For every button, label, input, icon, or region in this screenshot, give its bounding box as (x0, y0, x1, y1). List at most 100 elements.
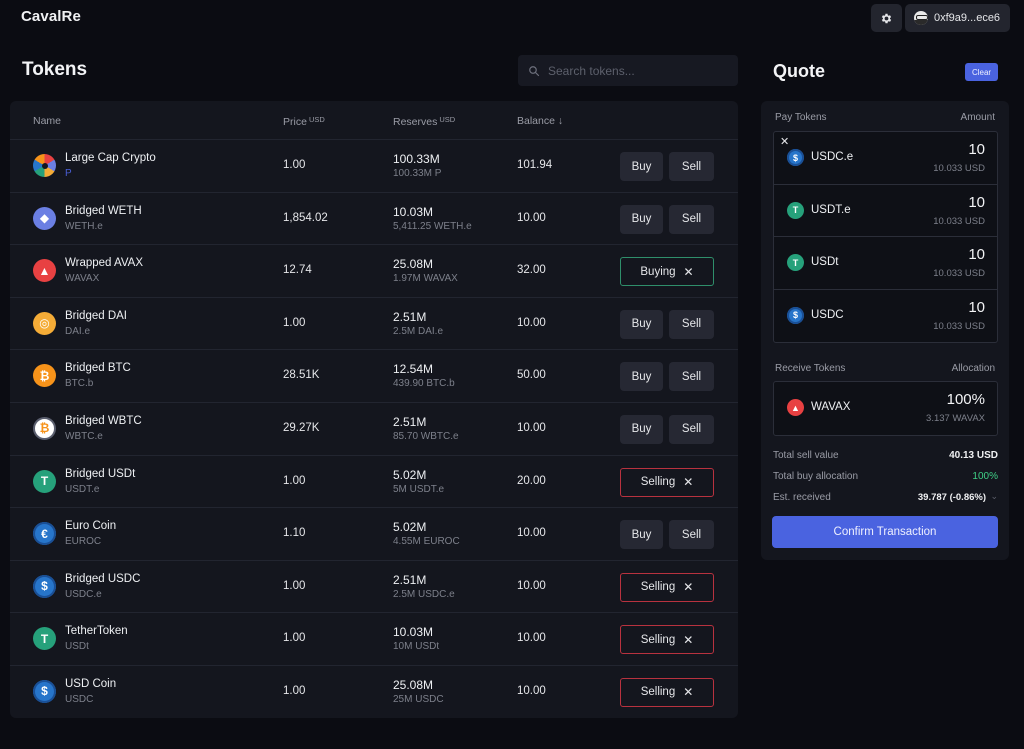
buy-button[interactable]: Buy (620, 152, 663, 181)
pay-token-item[interactable]: ✕ $ USDC.e 10 10.033 USD (774, 132, 997, 185)
token-row[interactable]: ₿ Bridged WBTC WBTC.e 29.27K 2.51M 85.70… (10, 403, 738, 456)
clear-button[interactable]: Clear (965, 63, 998, 81)
receive-token-allocation[interactable]: 100% (947, 391, 985, 408)
search-icon (529, 65, 540, 76)
buy-button[interactable]: Buy (620, 414, 663, 444)
token-row[interactable]: ◎ Bridged DAI DAI.e 1.00 2.51M 2.5M DAI.… (10, 298, 738, 351)
token-name: Large Cap Crypto (65, 152, 156, 164)
selling-button[interactable]: Selling ✕ (620, 467, 714, 497)
selling-button[interactable]: Selling ✕ (620, 625, 714, 655)
token-row[interactable]: ₿ Bridged BTC BTC.b 28.51K 12.54M 439.90… (10, 350, 738, 403)
settings-button[interactable] (871, 4, 902, 32)
confirm-transaction-button[interactable]: Confirm Transaction (772, 516, 998, 548)
token-name: Bridged WETH (65, 204, 142, 217)
sell-button[interactable]: Sell (669, 414, 714, 444)
token-row[interactable]: ▲ Wrapped AVAX WAVAX 12.74 25.08M 1.97M … (10, 245, 738, 298)
app-logo[interactable]: CavalRe (21, 8, 81, 25)
large-cap-crypto-icon (33, 154, 56, 177)
quote-heading: Quote (773, 61, 825, 81)
chevron-down-icon[interactable]: ⌄ (990, 491, 998, 502)
token-reserves: 2.51M (393, 414, 427, 429)
pay-token-amount[interactable]: 10 (968, 141, 985, 158)
close-icon[interactable]: ✕ (683, 475, 693, 489)
column-reserves-label: Reserves (393, 116, 438, 128)
sell-button[interactable]: Sell (669, 204, 714, 234)
token-row[interactable]: Large Cap Crypto P 1.00 100.33M 100.33M … (10, 140, 738, 193)
search-input[interactable] (548, 63, 718, 78)
usdc-icon: $ (33, 574, 56, 598)
selling-button[interactable]: Selling ✕ (620, 677, 714, 707)
token-row[interactable]: € Euro Coin EUROC 1.10 5.02M 4.55M EUROC… (10, 508, 738, 561)
receive-token-amount: 3.137 WAVAX (926, 413, 985, 424)
token-reserves: 5.02M (393, 520, 427, 535)
pay-token-amount[interactable]: 10 (968, 246, 985, 263)
selling-label: Selling (640, 686, 676, 699)
tokens-table: Name Price USD Reserves USD Balance ↓ Larg… (10, 101, 738, 718)
pay-token-symbol: USDt (811, 256, 839, 268)
sell-button[interactable]: Sell (669, 309, 714, 339)
buy-button[interactable]: Buy (620, 362, 663, 392)
receive-tokens-list: ▲ WAVAX 100% 3.137 WAVAX (773, 381, 998, 436)
close-icon[interactable]: ✕ (683, 580, 693, 594)
pay-token-amount[interactable]: 10 (968, 194, 985, 211)
token-row[interactable]: ◆ Bridged WETH WETH.e 1,854.02 10.03M 5,… (10, 193, 738, 246)
est-received-row[interactable]: Est. received 39.787 (-0.86%) ⌄ (773, 491, 998, 503)
wbtc-icon: ₿ (33, 416, 56, 440)
column-price[interactable]: Price USD (283, 115, 325, 128)
pay-token-item[interactable]: $ USDC 10 10.033 USD (774, 290, 997, 343)
token-reserves-sub: 4.55M EUROC (393, 536, 460, 548)
token-price: 28.51K (283, 369, 320, 382)
sell-button[interactable]: Sell (669, 362, 714, 392)
token-reserves: 25.08M (393, 257, 434, 272)
receive-token-symbol: WAVAX (811, 401, 851, 413)
token-row[interactable]: T TetherToken USDt 1.00 10.03M 10M USDt … (10, 613, 738, 666)
token-reserves-sub: 85.70 WBTC.e (393, 430, 459, 442)
selling-button[interactable]: Selling ✕ (620, 572, 714, 602)
price-unit: USD (308, 115, 325, 124)
ethereum-icon: ◆ (33, 206, 56, 230)
buying-button[interactable]: Buying ✕ (620, 257, 714, 287)
selling-label: Selling (640, 633, 676, 646)
remove-icon[interactable]: ✕ (780, 135, 789, 148)
sell-button[interactable]: Sell (669, 520, 714, 550)
buy-button[interactable]: Buy (620, 520, 663, 550)
tether-icon: T (33, 469, 56, 493)
search-box[interactable] (518, 55, 738, 86)
token-reserves-sub: 10M USDt (393, 641, 440, 653)
token-symbol: WAVAX (65, 273, 100, 285)
pay-token-item[interactable]: T USDt 10 10.033 USD (774, 237, 997, 290)
token-name: Euro Coin (65, 520, 117, 533)
pay-token-item[interactable]: T USDT.e 10 10.033 USD (774, 185, 997, 237)
token-row[interactable]: T Bridged USDt USDT.e 1.00 5.02M 5M USDT… (10, 456, 738, 509)
token-row[interactable]: $ Bridged USDC USDC.e 1.00 2.51M 2.5M US… (10, 561, 738, 614)
token-price: 12.74 (283, 264, 312, 277)
token-reserves-sub: 5,411.25 WETH.e (393, 220, 472, 232)
token-price: 1.00 (283, 632, 306, 645)
receive-token-item[interactable]: ▲ WAVAX 100% 3.137 WAVAX (774, 382, 997, 435)
close-icon[interactable]: ✕ (684, 265, 694, 279)
token-name: Bridged BTC (65, 362, 131, 375)
column-reserves[interactable]: Reserves USD (393, 115, 455, 128)
close-icon[interactable]: ✕ (683, 633, 693, 647)
token-price: 1.00 (283, 316, 306, 329)
buy-button[interactable]: Buy (620, 309, 663, 339)
wallet-button[interactable]: 0xf9a9...ece6 (905, 4, 1010, 32)
pay-token-amount[interactable]: 10 (968, 299, 985, 316)
avax-icon: ▲ (33, 259, 56, 283)
token-balance: 32.00 (517, 264, 546, 277)
usdc-icon: $ (33, 679, 56, 703)
token-reserves: 5.02M (393, 467, 427, 482)
selling-label: Selling (640, 581, 676, 594)
close-icon[interactable]: ✕ (683, 685, 693, 699)
column-name[interactable]: Name (33, 115, 61, 127)
top-bar: CavalRe 0xf9a9...ece6 (0, 0, 1024, 36)
token-row[interactable]: $ USD Coin USDC 1.00 25.08M 25M USDC 10.… (10, 666, 738, 718)
total-buy-row: Total buy allocation 100% (773, 471, 998, 482)
tokens-heading: Tokens (22, 59, 88, 80)
pay-tokens-list: ✕ $ USDC.e 10 10.033 USD T USDT.e 10 10.… (773, 131, 998, 343)
column-balance[interactable]: Balance ↓ (517, 115, 563, 127)
table-header: Name Price USD Reserves USD Balance ↓ (10, 101, 738, 140)
token-balance: 10.00 (517, 579, 546, 592)
sell-button[interactable]: Sell (669, 152, 714, 181)
buy-button[interactable]: Buy (620, 204, 663, 234)
